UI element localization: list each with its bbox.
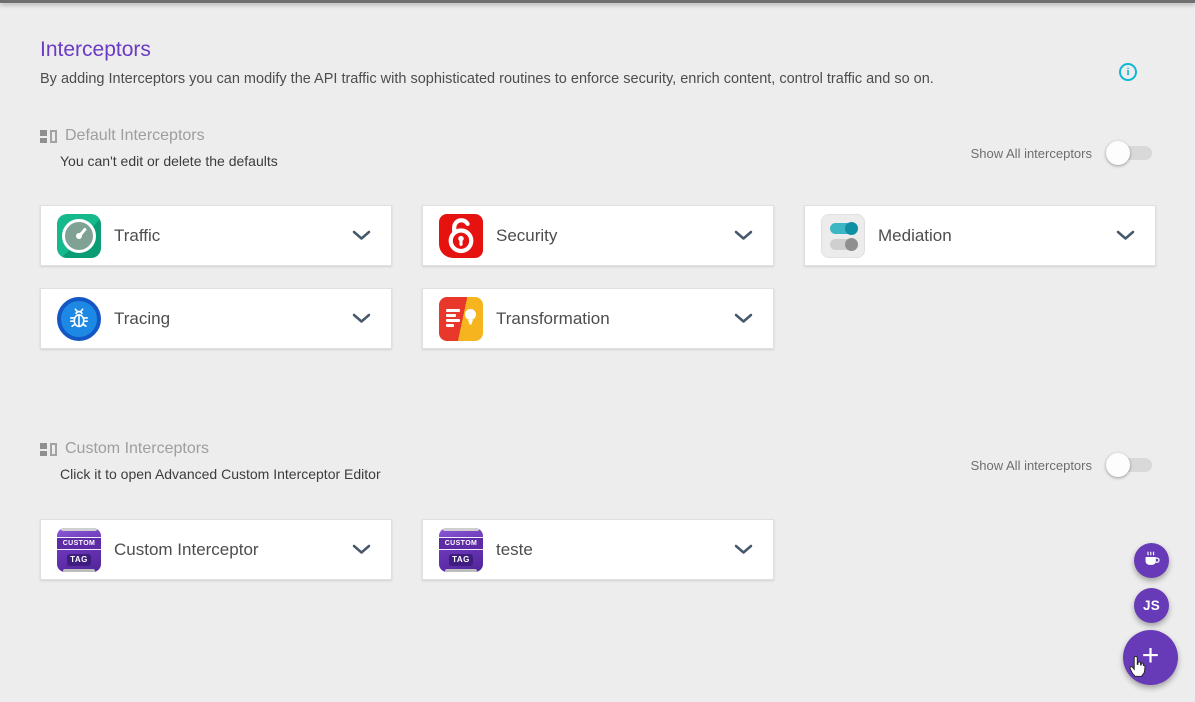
card-label: Tracing	[114, 309, 170, 329]
section-title: Custom Interceptors	[65, 440, 209, 458]
card-label: Security	[496, 226, 557, 246]
interceptor-card-teste[interactable]: CUSTOM TAG teste	[422, 519, 774, 580]
grid-icon	[40, 443, 56, 456]
custom-tag-icon: CUSTOM TAG	[439, 528, 483, 572]
info-icon[interactable]: i	[1119, 63, 1137, 81]
interceptor-card-tracing[interactable]: Tracing	[40, 288, 392, 349]
show-all-label: Show All interceptors	[971, 458, 1092, 473]
toggle-knob	[1106, 141, 1130, 165]
show-all-label: Show All interceptors	[971, 146, 1092, 161]
chevron-down-icon[interactable]	[734, 544, 753, 555]
section-title: Default Interceptors	[65, 127, 205, 145]
custom-tag-text: CUSTOM	[439, 537, 483, 550]
plus-icon: +	[1142, 641, 1160, 671]
chevron-down-icon[interactable]	[734, 230, 753, 241]
security-lock-icon	[439, 214, 483, 258]
custom-section-subtext: Click it to open Advanced Custom Interce…	[60, 466, 381, 482]
chevron-down-icon[interactable]	[352, 313, 371, 324]
interceptors-page: Interceptors By adding Interceptors you …	[0, 0, 1195, 702]
javascript-interceptor-fab[interactable]: JS	[1134, 588, 1169, 623]
card-label: Traffic	[114, 226, 160, 246]
show-all-toggle-default[interactable]	[1106, 141, 1152, 165]
chevron-down-icon[interactable]	[352, 230, 371, 241]
custom-interceptors-header: Custom Interceptors	[40, 440, 209, 458]
custom-tag-icon: CUSTOM TAG	[57, 528, 101, 572]
card-label: Custom Interceptor	[114, 540, 259, 560]
interceptor-card-transformation[interactable]: Transformation	[422, 288, 774, 349]
coffee-cup-icon	[1142, 551, 1161, 570]
interceptor-card-traffic[interactable]: Traffic	[40, 205, 392, 266]
tag-text: TAG	[67, 554, 91, 566]
java-interceptor-fab[interactable]	[1134, 543, 1169, 578]
add-interceptor-fab[interactable]: +	[1123, 630, 1178, 685]
default-section-subtext: You can't edit or delete the defaults	[60, 153, 278, 169]
page-title: Interceptors	[40, 38, 151, 62]
chevron-down-icon[interactable]	[734, 313, 753, 324]
default-interceptors-header: Default Interceptors	[40, 127, 205, 145]
top-edge-shadow	[0, 0, 1195, 3]
interceptor-card-mediation[interactable]: Mediation	[804, 205, 1156, 266]
mediation-toggles-icon	[821, 214, 865, 258]
grid-icon	[40, 130, 56, 143]
card-label: Mediation	[878, 226, 952, 246]
custom-tag-text: CUSTOM	[57, 537, 101, 550]
tag-text: TAG	[449, 554, 473, 566]
js-label: JS	[1143, 598, 1160, 613]
interceptor-card-security[interactable]: Security	[422, 205, 774, 266]
chevron-down-icon[interactable]	[352, 544, 371, 555]
transformation-doc-bulb-icon	[439, 297, 483, 341]
page-subtitle: By adding Interceptors you can modify th…	[40, 71, 1050, 87]
card-label: Transformation	[496, 309, 610, 329]
tracing-bug-icon	[57, 297, 101, 341]
interceptor-card-custom-interceptor[interactable]: CUSTOM TAG Custom Interceptor	[40, 519, 392, 580]
chevron-down-icon[interactable]	[1116, 230, 1135, 241]
show-all-toggle-custom[interactable]	[1106, 453, 1152, 477]
card-label: teste	[496, 540, 533, 560]
traffic-gauge-icon	[57, 214, 101, 258]
toggle-knob	[1106, 453, 1130, 477]
